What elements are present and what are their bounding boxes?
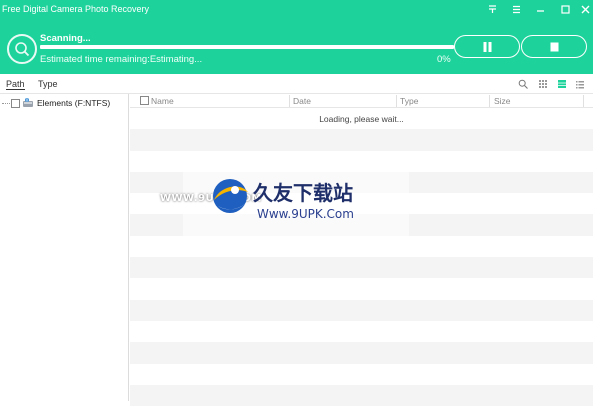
stop-button[interactable] xyxy=(521,35,587,58)
close-icon[interactable] xyxy=(578,3,592,17)
scan-progress-bar xyxy=(40,45,454,49)
list-row xyxy=(130,299,593,321)
pause-icon xyxy=(483,42,492,52)
pin-icon[interactable] xyxy=(485,3,499,17)
list-rows xyxy=(130,108,593,406)
thumbnail-view-icon[interactable] xyxy=(538,79,548,89)
list-row xyxy=(130,363,593,385)
column-date[interactable]: Date xyxy=(293,96,311,106)
column-divider[interactable] xyxy=(583,95,584,107)
progress-percent: 0% xyxy=(437,54,451,65)
watermark-brand: 久友下载站 xyxy=(253,181,353,205)
column-divider[interactable] xyxy=(289,95,290,107)
column-name[interactable]: Name xyxy=(151,96,174,106)
app-title: Free Digital Camera Photo Recovery xyxy=(2,4,150,14)
list-row xyxy=(130,278,593,300)
watermark-logo-icon xyxy=(208,176,252,218)
tree-item-checkbox[interactable] xyxy=(11,98,20,108)
column-divider[interactable] xyxy=(396,95,397,107)
scan-magnifier-icon xyxy=(7,34,37,64)
folder-tree: Elements (F:NTFS) xyxy=(0,94,129,401)
tab-type[interactable]: Type xyxy=(38,79,58,89)
scan-status: Scanning... xyxy=(40,33,91,44)
grid-view-icon[interactable] xyxy=(557,79,567,89)
menu-icon[interactable] xyxy=(509,3,523,17)
column-divider[interactable] xyxy=(489,95,490,107)
watermark-url: Www.9UPK.Com xyxy=(257,207,354,221)
drive-icon xyxy=(22,97,34,110)
title-bar: Free Digital Camera Photo Recovery xyxy=(0,0,593,20)
list-row xyxy=(130,129,593,151)
list-row xyxy=(130,342,593,364)
select-all-checkbox[interactable] xyxy=(140,96,149,105)
time-remaining-text: Estimated time remaining:Estimating... xyxy=(40,54,203,65)
search-icon[interactable] xyxy=(518,79,528,89)
tree-item-label: Elements (F:NTFS) xyxy=(37,98,111,108)
minimize-icon[interactable] xyxy=(533,3,547,17)
list-view-icon[interactable] xyxy=(575,79,585,89)
scan-header: Free Digital Camera Photo Recovery Scann… xyxy=(0,0,593,74)
tab-path[interactable]: Path xyxy=(6,79,25,90)
list-row xyxy=(130,320,593,343)
column-type[interactable]: Type xyxy=(400,96,418,106)
view-toolbar: Path Type xyxy=(0,74,593,94)
list-row xyxy=(130,384,593,406)
tree-connector xyxy=(2,102,10,104)
pause-button[interactable] xyxy=(454,35,520,58)
column-size[interactable]: Size xyxy=(494,96,511,106)
stop-icon xyxy=(550,42,559,52)
maximize-icon[interactable] xyxy=(558,3,572,17)
list-row xyxy=(130,257,593,279)
list-header: Name Date Type Size xyxy=(130,94,593,108)
tree-item[interactable]: Elements (F:NTFS) xyxy=(2,96,110,110)
loading-message: Loading, please wait... xyxy=(319,114,404,124)
file-list: Name Date Type Size Loading, please wait… xyxy=(130,94,593,406)
